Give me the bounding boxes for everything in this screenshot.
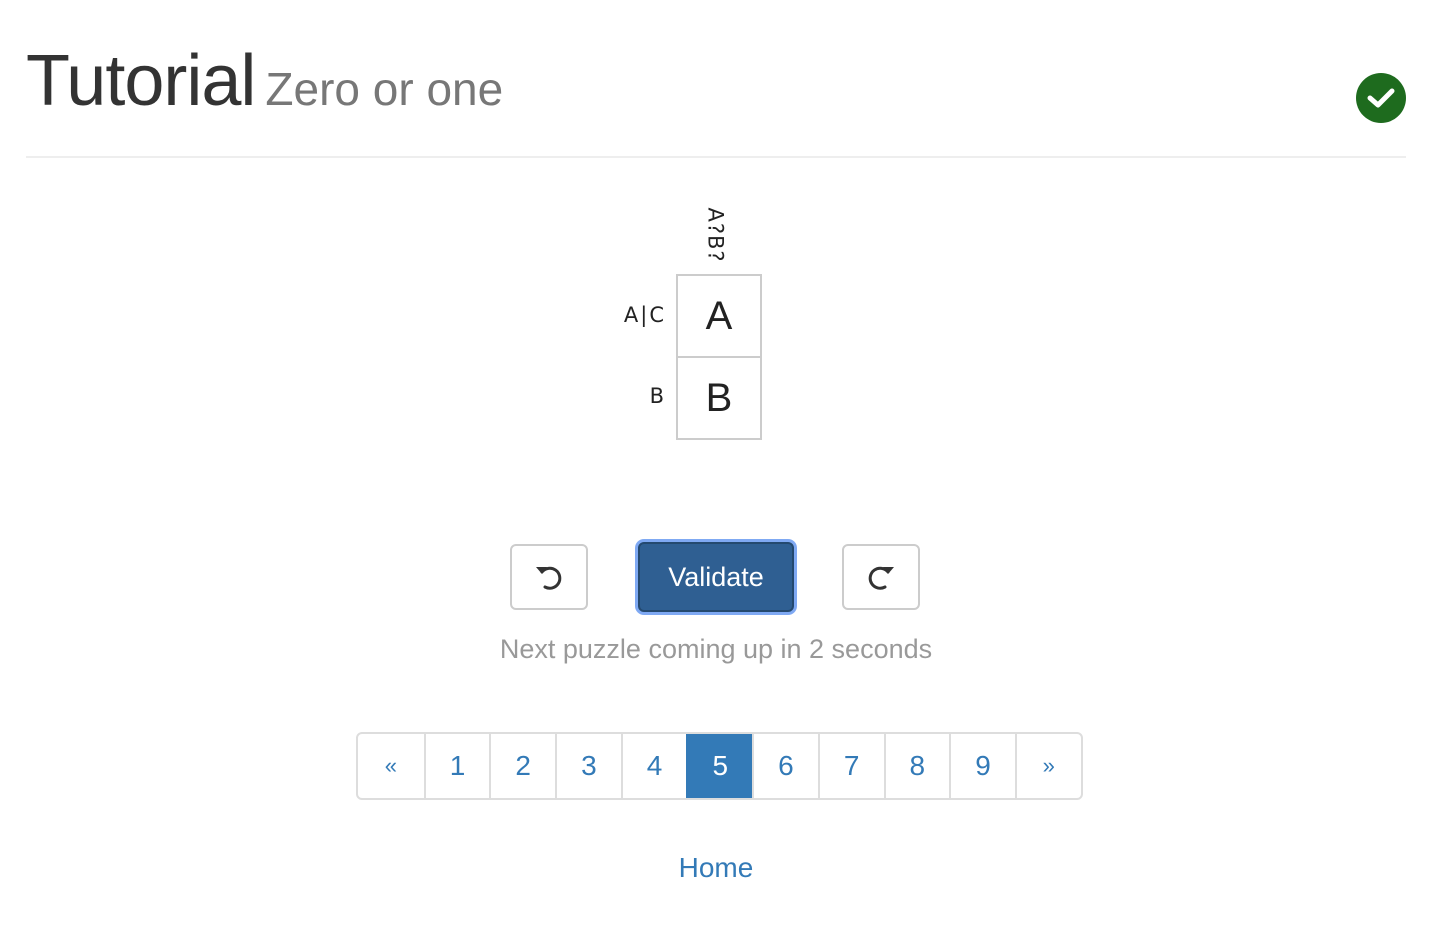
home-link[interactable]: Home — [0, 852, 1432, 884]
validate-button[interactable]: Validate — [638, 542, 794, 612]
column-clue: A?B? — [690, 204, 742, 266]
title-text: Tutorial — [26, 41, 256, 121]
redo-button[interactable] — [842, 544, 920, 610]
column-clue-text: A?B? — [704, 207, 729, 263]
page-title: Tutorial Zero or one — [26, 40, 503, 130]
pagination-prev[interactable]: « — [358, 734, 424, 798]
page-link-4[interactable]: 4 — [620, 734, 687, 798]
page-link-6[interactable]: 6 — [752, 734, 818, 798]
undo-button[interactable] — [510, 544, 588, 610]
page-link-3[interactable]: 3 — [555, 734, 621, 798]
page-header: Tutorial Zero or one — [26, 40, 1406, 158]
page-link-8[interactable]: 8 — [883, 734, 950, 798]
pagination: « 1 2 3 4 5 6 7 8 9 » — [356, 732, 1083, 800]
page-link-2[interactable]: 2 — [489, 734, 555, 798]
undo-icon — [536, 566, 562, 590]
check-circle-icon — [1356, 73, 1406, 123]
row-clue: B — [649, 384, 666, 408]
grid-cell[interactable]: B — [678, 358, 760, 440]
row-clue: A|C — [623, 303, 666, 327]
page-link-7[interactable]: 7 — [817, 734, 884, 798]
page-link-9[interactable]: 9 — [949, 734, 1015, 798]
redo-icon — [868, 566, 894, 590]
grid-cell[interactable]: A — [678, 276, 760, 358]
page-link-5-active[interactable]: 5 — [686, 734, 753, 798]
page-link-1[interactable]: 1 — [423, 734, 490, 798]
page: Tutorial Zero or one A?B? A|C B A B Valid… — [0, 0, 1432, 932]
puzzle-grid: A B — [676, 274, 762, 440]
page-subtitle: Zero or one — [265, 63, 504, 115]
pagination-next[interactable]: » — [1014, 734, 1081, 798]
status-message: Next puzzle coming up in 2 seconds — [499, 634, 933, 664]
